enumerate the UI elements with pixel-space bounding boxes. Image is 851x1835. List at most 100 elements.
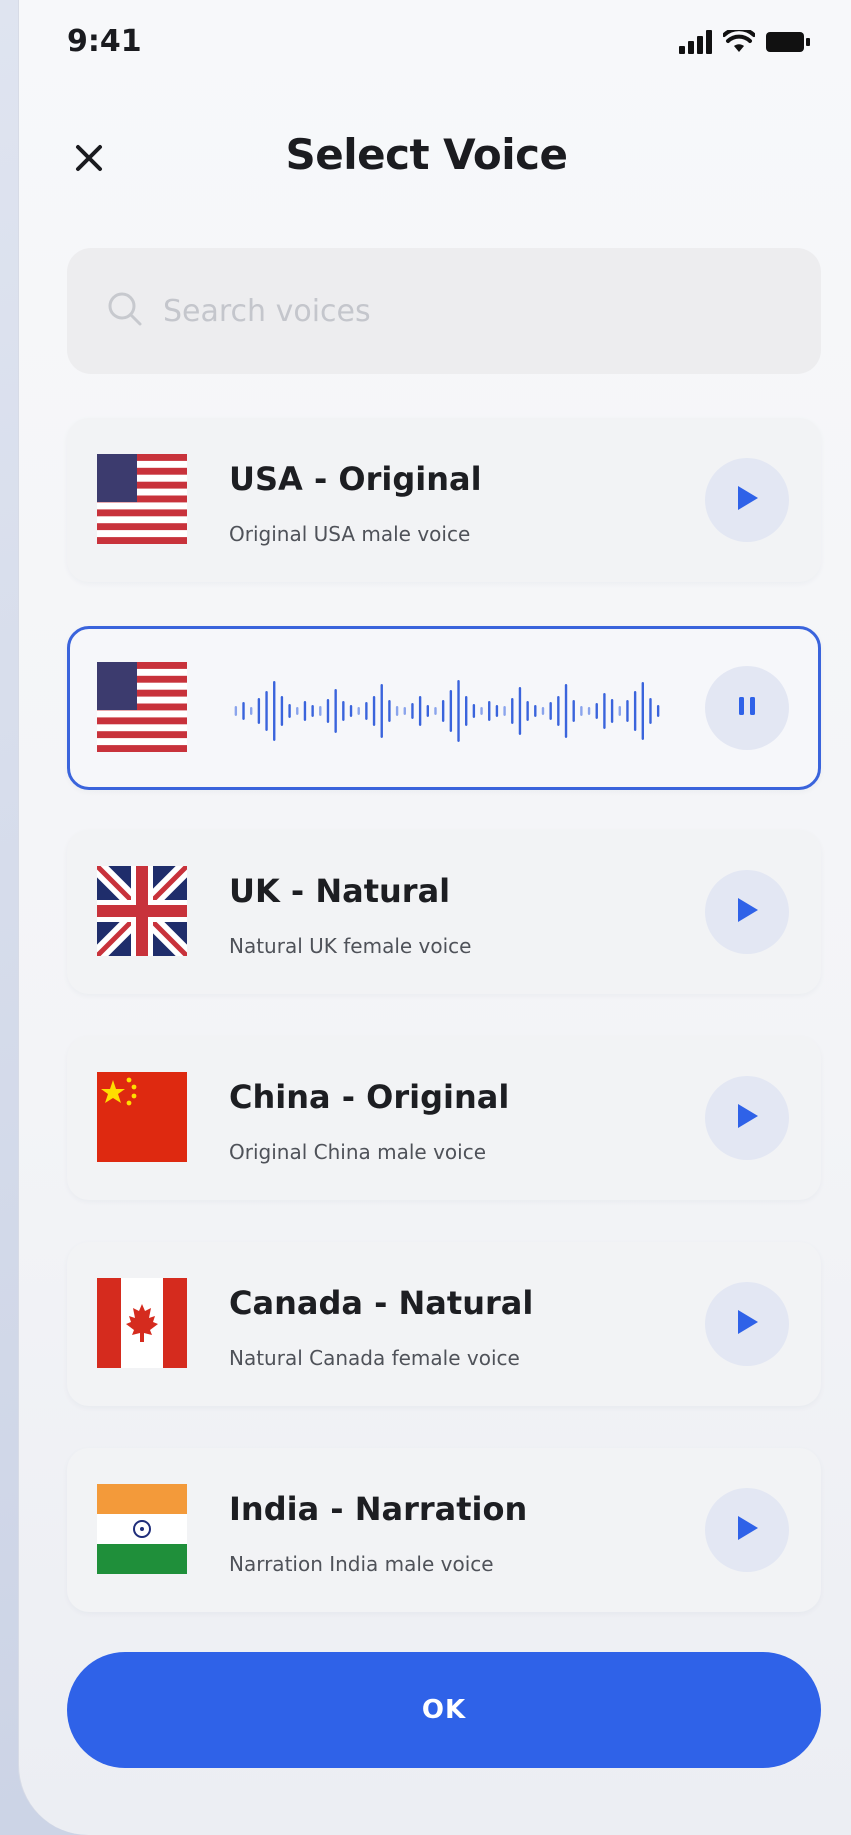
waveform-bar (633, 691, 637, 731)
waveform-bar (319, 706, 322, 716)
waveform-bar (418, 696, 422, 726)
waveform-bar (595, 703, 598, 719)
voice-name: USA - Original (229, 460, 482, 498)
waveform-bar (426, 705, 429, 717)
waveform-bar (457, 680, 460, 742)
page-title: Select Voice (285, 130, 568, 179)
waveform-bar (372, 696, 376, 726)
waveform-bar (242, 702, 245, 720)
waveform-bar (480, 707, 483, 715)
search-input[interactable] (163, 293, 763, 329)
search-icon (107, 291, 143, 331)
play-button[interactable] (705, 1076, 789, 1160)
waveform-bar (403, 707, 406, 715)
voice-name: Canada - Natural (229, 1284, 534, 1322)
waveform-bar (311, 705, 314, 717)
waveform-bar (380, 684, 383, 738)
status-icons (679, 27, 811, 58)
waveform-bar (265, 691, 268, 731)
waveform-bar (296, 707, 299, 715)
pause-icon (737, 695, 757, 721)
waveform-bar (250, 707, 253, 715)
waveform-bar (511, 698, 514, 724)
waveform-bar (641, 682, 644, 740)
waveform-bar (534, 705, 537, 717)
battery-icon (765, 30, 811, 58)
waveform-bar (572, 700, 575, 722)
waveform-bar (488, 701, 491, 721)
voice-description: Natural UK female voice (229, 934, 472, 958)
signal-icon (679, 30, 713, 58)
waveform-bar (610, 699, 614, 723)
waveform-bar (472, 704, 476, 718)
wifi-icon (722, 27, 756, 58)
waveform-bar (342, 701, 345, 721)
waveform-bar (365, 702, 368, 720)
waveform-bar (518, 687, 522, 735)
voice-description: Original China male voice (229, 1140, 486, 1164)
waveform-bar (357, 707, 360, 715)
waveform-bar (441, 700, 445, 722)
waveform-bar (495, 705, 499, 717)
waveform-bar (349, 705, 353, 717)
waveform-bar (626, 700, 629, 722)
play-button[interactable] (705, 870, 789, 954)
china-flag-icon (97, 1072, 187, 1162)
voice-item-usa-original[interactable]: USA - Original Original USA male voice (67, 418, 821, 582)
waveform-bar (326, 699, 330, 723)
status-time: 9:41 (67, 24, 142, 59)
waveform-bar (603, 693, 606, 729)
waveform-bar (334, 689, 337, 733)
pause-button[interactable] (705, 666, 789, 750)
waveform-bar (557, 696, 560, 726)
waveform-bar (234, 706, 238, 716)
waveform-bar (656, 705, 660, 717)
play-button[interactable] (705, 458, 789, 542)
play-icon (734, 1514, 760, 1546)
india-flag-icon (97, 1484, 187, 1574)
waveform-bar (395, 706, 399, 716)
voice-item-uk-natural[interactable]: UK - Natural Natural UK female voice (67, 830, 821, 994)
waveform-bar (303, 701, 307, 721)
waveform-bar (526, 701, 529, 721)
ok-button[interactable]: OK (67, 1652, 821, 1768)
waveform-bar (273, 681, 276, 741)
voice-item-usa-playing[interactable] (67, 626, 821, 790)
waveform-bar (649, 698, 652, 724)
uk-flag-icon (97, 866, 187, 956)
waveform-bar (257, 698, 261, 724)
usa-flag-icon (97, 454, 187, 544)
waveform-bar (580, 706, 583, 716)
waveform-bar (549, 702, 552, 720)
voice-name: India - Narration (229, 1490, 528, 1528)
waveform-bar (618, 706, 621, 716)
play-icon (734, 896, 760, 928)
search-bar[interactable] (67, 248, 821, 374)
voice-item-canada-natural[interactable]: Canada - Natural Natural Canada female v… (67, 1242, 821, 1406)
play-button[interactable] (705, 1282, 789, 1366)
voice-item-china-original[interactable]: China - Original Original China male voi… (67, 1036, 821, 1200)
waveform-bar (411, 703, 414, 719)
audio-waveform[interactable] (232, 677, 662, 745)
voice-item-india-narration[interactable]: India - Narration Narration India male v… (67, 1448, 821, 1612)
waveform-bar (434, 707, 437, 715)
waveform-bar (503, 706, 506, 716)
voice-name: China - Original (229, 1078, 510, 1116)
phone-screen: 9:41 Select Voice Search voices USA - Or… (18, 0, 851, 1835)
waveform-bar (288, 704, 291, 718)
waveform-bar (449, 690, 453, 732)
waveform-bar (587, 707, 591, 715)
waveform-bar (564, 684, 568, 738)
play-button[interactable] (705, 1488, 789, 1572)
waveform-bar (388, 700, 391, 722)
voice-description: Natural Canada female voice (229, 1346, 520, 1370)
voice-description: Narration India male voice (229, 1552, 494, 1576)
voice-name: UK - Natural (229, 872, 451, 910)
status-bar: 9:41 (19, 0, 851, 90)
play-icon (734, 484, 760, 516)
waveform-bar (465, 696, 468, 726)
waveform-bar (541, 707, 545, 715)
canada-flag-icon (97, 1278, 187, 1368)
play-icon (734, 1102, 760, 1134)
voice-description: Original USA male voice (229, 522, 471, 546)
